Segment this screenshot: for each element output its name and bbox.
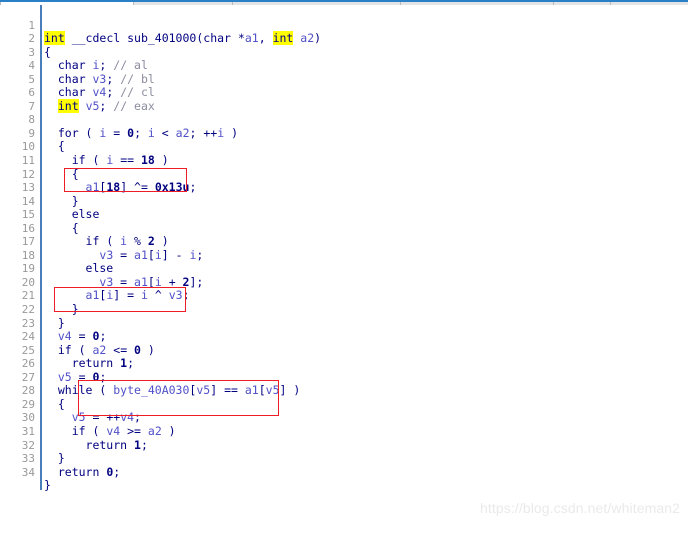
code-line[interactable]: 8 for ( i = 0; i < a2; ++i ) [0,100,688,139]
code-line[interactable]: 34 } [0,452,688,492]
code-line[interactable]: 5 char v4; // cl [0,59,688,99]
code-line[interactable]: 6 int v5; // eax [0,73,688,113]
line-content[interactable]: } [44,478,51,493]
line-number: 34 [21,465,35,479]
code-line[interactable]: 1 int __cdecl sub_401000(char *a1, int a… [0,5,688,46]
line-content[interactable]: return 0; [44,465,120,480]
code-lines-container[interactable]: 1 int __cdecl sub_401000(char *a1, int a… [0,5,688,492]
code-line[interactable]: 24 if ( a2 <= 0 ) [0,317,688,356]
code-line[interactable]: 29 v5 = ++v4; [0,384,688,424]
code-line[interactable]: 12 a1[18] ^= 0x13u; [0,154,688,194]
code-line[interactable]: 4 char v3; // bl [0,46,688,85]
code-line[interactable]: 32 } [0,425,688,465]
code-line[interactable]: 13 } [0,168,688,207]
code-line[interactable]: 16 if ( i % 2 ) [0,208,688,248]
code-line[interactable]: 31 return 1; [0,411,688,451]
code-line[interactable]: 17 v3 = a1[i] - i; [0,222,688,261]
code-line[interactable]: 14 else [0,181,688,221]
code-line[interactable]: 25 return 1; [0,330,688,370]
watermark-text: https://blog.csdn.net/whiteman2 [480,500,680,516]
code-line[interactable]: 2 { [0,19,688,58]
code-line[interactable]: 11 { [0,140,688,180]
code-line[interactable]: 30 if ( v4 >= a2 ) [0,398,688,437]
code-line[interactable]: 3 char i; // al [0,32,688,72]
code-line[interactable]: 9 { [0,113,688,153]
pseudocode-view[interactable]: 1 int __cdecl sub_401000(char *a1, int a… [0,5,688,533]
code-line[interactable]: 15 { [0,195,688,234]
code-line[interactable]: 10 if ( i == 18 ) [0,127,688,166]
code-line[interactable]: 26 v5 = 0; [0,344,688,383]
code-line[interactable]: 7 [0,86,688,113]
code-line[interactable]: 27 while ( byte_40A030[v5] == a1[v5] ) [0,357,688,397]
code-line[interactable]: 19 v3 = a1[i + 2]; [0,249,688,288]
code-line[interactable]: 28 { [0,371,688,410]
code-line[interactable]: 23 v4 = 0; [0,303,688,343]
code-line[interactable]: 21 } [0,276,688,315]
code-line[interactable]: 18 else [0,235,688,275]
code-line[interactable]: 22 } [0,289,688,329]
code-line[interactable]: 33 return 0; [0,439,688,478]
code-line[interactable]: 20 a1[i] = i ^ v3; [0,262,688,302]
